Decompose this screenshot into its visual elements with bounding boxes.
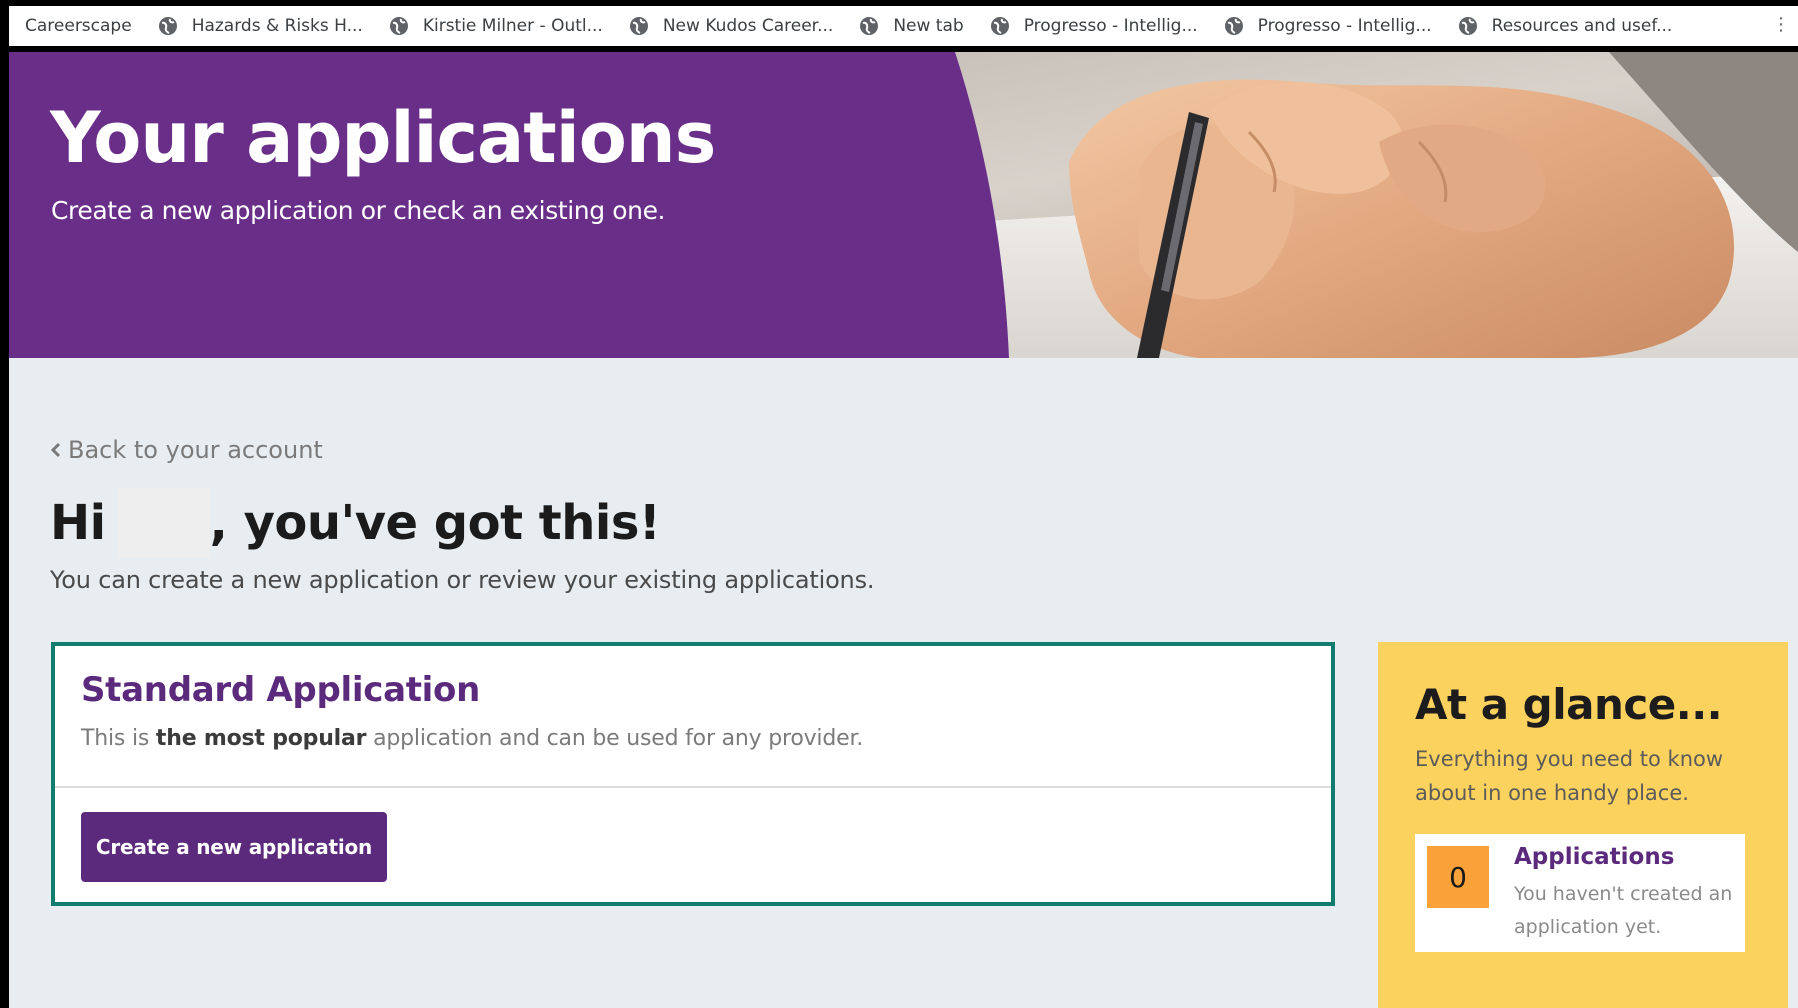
bookmark-label: Resources and usef... [1491,16,1673,36]
back-link-label: Back to your account [68,436,323,464]
bookmark-item[interactable]: Kirstie Milner - Outl... [389,16,603,36]
card-desc-bold: the most popular [155,726,367,751]
applications-stat[interactable]: 0 Applications You haven't created an ap… [1415,834,1745,952]
back-to-account-link[interactable]: Back to your account [50,436,323,464]
globe-icon [859,16,879,36]
globe-icon [158,16,178,36]
bookmark-list: Hazards & Risks H... Kirstie Milner - Out… [158,16,1699,36]
bookmark-label: New tab [893,16,964,36]
greeting-suffix: , you've got this! [209,495,661,551]
intro-text: You can create a new application or revi… [50,566,875,594]
more-icon[interactable]: ⋮ [1772,14,1790,35]
greeting-prefix: Hi [50,495,106,551]
bookmark-item[interactable]: New Kudos Career... [629,16,833,36]
greeting-heading: Hi , you've got this! [50,488,661,558]
bookmark-item[interactable]: Progresso - Intellig... [990,16,1198,36]
bookmark-label: New Kudos Career... [662,16,834,36]
bookmark-item[interactable]: Progresso - Intellig... [1224,16,1432,36]
page-subtitle: Create a new application or check an exi… [51,196,666,225]
bookmarks-bar: Careerscape Hazards & Risks H... Kirstie … [9,6,1798,46]
card-desc-before: This is [81,726,156,751]
globe-icon [389,16,409,36]
main-content: Back to your account Hi , you've got thi… [9,358,1798,1008]
bookmark-label: Kirstie Milner - Outl... [422,16,603,36]
applications-label: Applications [1514,844,1675,870]
bookmark-careerscape[interactable]: Careerscape [25,16,132,36]
bookmark-item[interactable]: Hazards & Risks H... [158,16,363,36]
redacted-name [117,488,210,558]
bookmark-item[interactable]: Resources and usef... [1458,16,1673,36]
globe-icon [1224,16,1244,36]
application-count-badge: 0 [1427,846,1489,908]
hero-banner: Your applications Create a new applicati… [9,52,1798,358]
standard-application-card: Standard Application This is the most po… [51,642,1335,906]
card-divider [55,786,1331,788]
glance-description: Everything you need to know about in one… [1415,747,1724,805]
applications-status-text: You haven't created an application yet. [1514,883,1733,938]
bookmark-item[interactable]: New tab [859,16,964,36]
create-application-button[interactable]: Create a new application [81,812,387,882]
bookmark-label: Hazards & Risks H... [191,16,363,36]
screenshot-frame: Careerscape Hazards & Risks H... Kirstie … [0,0,1798,1008]
globe-icon [990,16,1010,36]
bookmark-label: Progresso - Intellig... [1023,16,1198,36]
glance-title: At a glance... [1415,680,1723,729]
chevron-left-icon [50,442,62,458]
card-description: This is the most popular application and… [81,726,863,751]
card-desc-after: application and can be used for any prov… [366,726,864,751]
globe-icon [1458,16,1478,36]
page-title: Your applications [50,97,716,179]
globe-icon [629,16,649,36]
at-a-glance-panel: At a glance... Everything you need to kn… [1378,642,1788,1008]
bookmark-label: Progresso - Intellig... [1257,16,1432,36]
card-title: Standard Application [81,670,480,710]
